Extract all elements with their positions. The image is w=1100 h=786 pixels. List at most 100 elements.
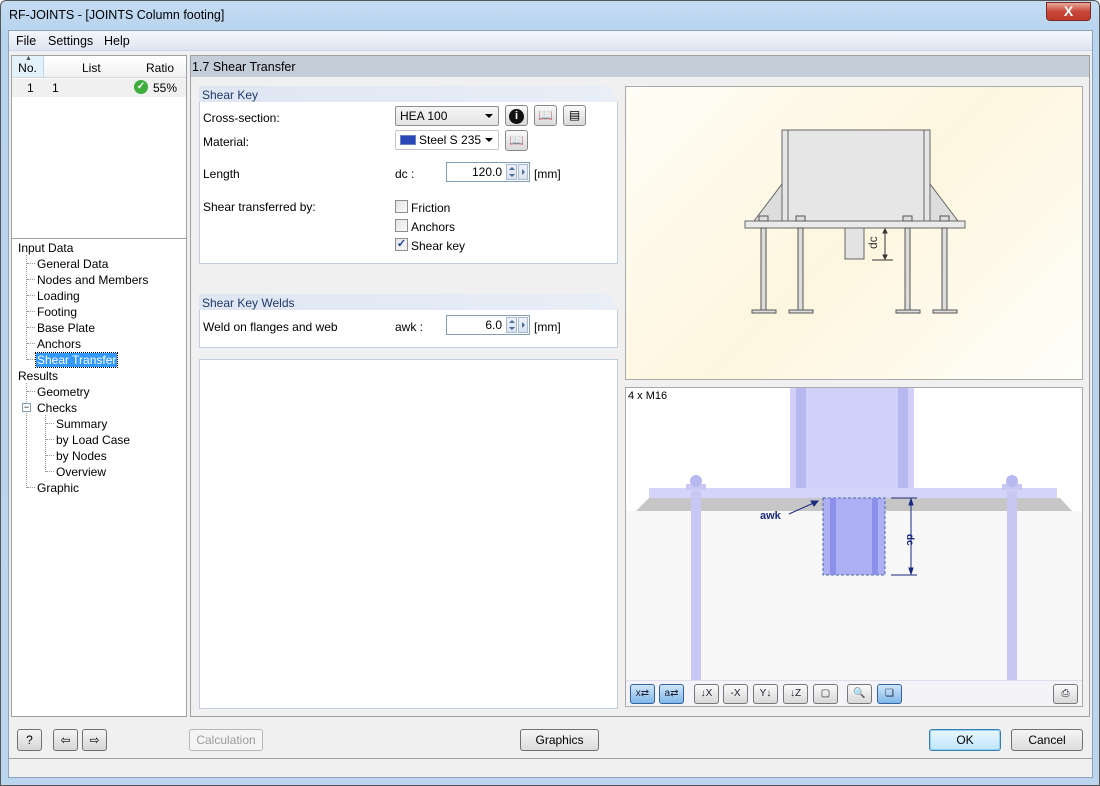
book-icon: 📖 [538,108,553,122]
weld-awk-label: awk [760,510,782,522]
graphics-button[interactable]: Graphics [520,729,599,751]
tree-checks[interactable]: Checks [37,401,77,415]
ok-check-icon: ✓ [134,80,148,94]
bottom-bar: ? ⇦ ⇨ Calculation Graphics OK Cancel [9,725,1092,755]
shear-key-group: Shear Key Cross-section: HEA 100 i 📖 ▤ M… [199,102,618,264]
graphic-toolbar: x⇄ a⇄ ↓X -X Y↓ ↓Z ▢ 🔍 ❏ ⎙ [626,680,1082,706]
previous-button[interactable]: ⇦ [53,729,78,751]
tree-graphic[interactable]: Graphic [37,481,79,495]
dimension-a-icon: a⇄ [664,688,679,699]
print-button[interactable]: ⎙ [1053,684,1078,704]
case-row[interactable]: 1 1 ✓ 55% [12,79,186,97]
view-minus-x-icon: -X [730,688,741,699]
cancel-button[interactable]: Cancel [1011,729,1083,751]
tree-by-load-case[interactable]: by Load Case [56,433,130,447]
menu-settings[interactable]: Settings [48,34,93,48]
menu-help[interactable]: Help [104,34,130,48]
material-label: Material: [203,135,250,149]
panel-splitter[interactable] [12,238,186,239]
cube-icon: ▢ [820,688,831,699]
dim-dc-label: dc [904,534,915,546]
zoom-reset-icon: 🔍 [853,688,866,699]
view-y-icon: Y↓ [759,688,772,699]
length-unit: [mm] [534,167,561,181]
material-select[interactable]: Steel S 235 [395,130,499,150]
dimension-x-button[interactable]: x⇄ [630,684,655,704]
shear-by-label: Shear transferred by: [203,200,316,214]
shear-key-title: Shear Key [199,86,618,102]
next-button[interactable]: ⇨ [82,729,107,751]
dimension-a-button[interactable]: a⇄ [659,684,684,704]
tree-input-data[interactable]: Input Data [18,241,73,255]
base-plate [744,220,966,229]
left-panel: ▲ No. List Ratio 1 1 ✓ 55% Input Data Gen… [11,55,187,717]
section-icon: ▤ [568,108,581,122]
view-z-button[interactable]: ↓Z [783,684,808,704]
tree-geometry[interactable]: Geometry [37,385,90,399]
column-no[interactable]: ▲ No. [12,55,44,77]
length-symbol: dc : [395,167,415,181]
arrow-right-icon: ⇨ [89,733,100,747]
tree-results[interactable]: Results [18,369,58,383]
anchors-label[interactable]: Anchors [411,220,455,234]
shear-key-checkbox[interactable]: ✓ [395,238,408,251]
tree-loading[interactable]: Loading [37,289,80,303]
shear-key-label[interactable]: Shear key [411,239,465,253]
tree-overview[interactable]: Overview [56,465,106,479]
view-z-icon: ↓Z [789,688,802,699]
library-button[interactable]: 📖 [534,105,557,126]
info-button[interactable]: i [505,105,528,126]
view-x-icon: ↓X [700,688,713,699]
chevron-down-icon [485,114,493,118]
weld-input[interactable]: 6.0 [446,315,530,335]
tree-anchors[interactable]: Anchors [37,337,81,351]
anchors-checkbox[interactable] [395,219,408,232]
base-plate-3d [649,488,1057,498]
length-label: Length [203,167,240,181]
tree-footing[interactable]: Footing [37,305,77,319]
tree-shear-transfer[interactable]: Shear Transfer [34,352,119,368]
material-library-button[interactable]: 📖 [505,130,528,151]
calculation-button[interactable]: Calculation [189,729,263,751]
help-button[interactable]: ? [17,729,42,751]
tree-base-plate[interactable]: Base Plate [37,321,95,335]
friction-checkbox[interactable] [395,200,408,213]
view-x-button[interactable]: ↓X [694,684,719,704]
tree-by-nodes[interactable]: by Nodes [56,449,107,463]
layers-button[interactable]: ❏ [877,684,902,704]
menu-file[interactable]: File [16,34,36,48]
column-3d [790,388,914,491]
cross-section-select[interactable]: HEA 100 [395,106,499,126]
friction-label[interactable]: Friction [411,201,450,215]
case-grid-header: ▲ No. List Ratio [12,55,186,78]
main-area: 1.7 Shear Transfer Shear Key Cross-secti… [190,55,1090,717]
ok-button[interactable]: OK [929,729,1001,751]
info-icon: i [509,109,524,124]
shear-key [844,227,865,260]
spin-updown-icon[interactable] [506,164,517,180]
client-area: File Settings Help ▲ No. List Ratio 1 1 ✓… [8,30,1093,778]
view-minus-x-button[interactable]: -X [723,684,748,704]
spin-updown-icon[interactable] [506,317,517,333]
reset-zoom-button[interactable]: 🔍 [847,684,872,704]
tree-nodes-members[interactable]: Nodes and Members [37,273,148,287]
isometric-button[interactable]: ▢ [813,684,838,704]
3d-graphic: awk dc 4 x M16 x⇄ a⇄ ↓X -X Y↓ ↓Z ▢ 🔍 ❏ ⎙ [625,387,1083,707]
length-input[interactable]: 120.0 [446,162,530,182]
spin-right-icon[interactable] [518,317,528,333]
tree-summary[interactable]: Summary [56,417,107,431]
welds-title: Shear Key Welds [199,294,618,310]
column-list[interactable]: List [82,61,101,75]
chevron-down-icon [485,138,493,142]
spin-right-icon[interactable] [518,164,528,180]
close-button[interactable]: X [1046,2,1091,21]
column-ratio[interactable]: Ratio [146,61,174,75]
collapse-icon[interactable]: − [22,403,31,412]
section-view-button[interactable]: ▤ [563,105,586,126]
empty-group [199,359,618,709]
welds-group: Shear Key Welds Weld on flanges and web … [199,310,618,348]
tree-general-data[interactable]: General Data [37,257,108,271]
window-title: RF-JOINTS - [JOINTS Column footing] [9,8,225,22]
view-y-button[interactable]: Y↓ [753,684,778,704]
layers-icon: ❏ [885,688,894,699]
